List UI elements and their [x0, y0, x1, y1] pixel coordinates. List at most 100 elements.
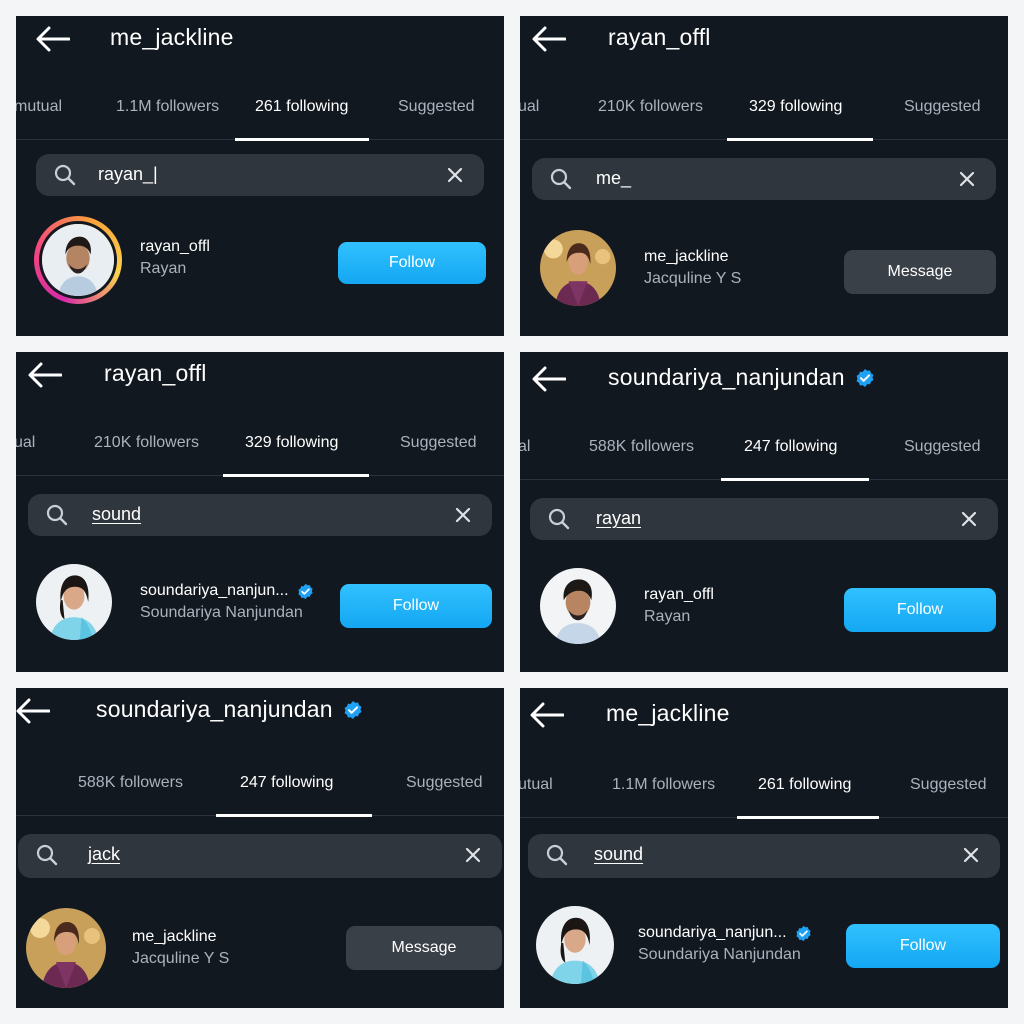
- profile-title: rayan_offl: [608, 24, 711, 51]
- result-username-text: me_jackline: [644, 248, 729, 265]
- result-username-text: soundariya_nanjun...: [140, 582, 289, 599]
- search-input[interactable]: me_: [596, 168, 631, 189]
- close-icon[interactable]: [958, 170, 976, 188]
- tab-following[interactable]: 261 following: [758, 776, 851, 794]
- back-button[interactable]: [36, 26, 70, 52]
- tab-mutual[interactable]: ual: [16, 434, 35, 452]
- profile-header: rayan_offl: [520, 16, 1008, 62]
- search-input[interactable]: rayan: [596, 508, 641, 529]
- search-result[interactable]: me_jackline Jacquline Y S Message: [16, 902, 504, 1002]
- back-button[interactable]: [532, 26, 566, 52]
- tab-followers[interactable]: 588K followers: [589, 438, 694, 456]
- tab-mutual[interactable]: ual: [520, 98, 539, 116]
- profile-header: me_jackline: [520, 688, 1008, 734]
- avatar[interactable]: [540, 568, 616, 644]
- search-bar[interactable]: sound: [528, 834, 1000, 878]
- result-username[interactable]: soundariya_nanjun...: [638, 924, 812, 942]
- search-panel-5: soundariya_nanjundan 588K followers 247 …: [16, 688, 504, 1008]
- result-fullname: Soundariya Nanjundan: [140, 604, 303, 621]
- close-icon[interactable]: [454, 506, 472, 524]
- back-button[interactable]: [532, 366, 566, 392]
- profile-header: rayan_offl: [16, 352, 504, 398]
- close-icon[interactable]: [962, 846, 980, 864]
- search-result[interactable]: soundariya_nanjun... Soundariya Nanjunda…: [520, 900, 1008, 1000]
- back-button[interactable]: [28, 362, 62, 388]
- search-input[interactable]: rayan_|: [98, 164, 158, 185]
- tab-mutual[interactable]: utual: [520, 776, 553, 794]
- follow-tabs: mutual 1.1M followers 261 following Sugg…: [16, 90, 504, 141]
- follow-tabs: 588K followers 247 following Suggested: [16, 766, 504, 817]
- message-button[interactable]: Message: [346, 926, 502, 970]
- search-bar[interactable]: jack: [18, 834, 502, 878]
- result-username[interactable]: me_jackline: [644, 248, 728, 266]
- search-icon: [46, 504, 68, 526]
- profile-title: me_jackline: [110, 24, 234, 51]
- message-button[interactable]: Message: [844, 250, 996, 294]
- result-username[interactable]: rayan_offl: [140, 238, 210, 256]
- follow-tabs: ual 210K followers 329 following Suggest…: [16, 426, 504, 477]
- search-panel-6: me_jackline utual 1.1M followers 261 fol…: [520, 688, 1008, 1008]
- tab-followers[interactable]: 588K followers: [78, 774, 183, 792]
- close-icon[interactable]: [960, 510, 978, 528]
- verified-badge-icon: [855, 368, 875, 388]
- avatar[interactable]: [36, 564, 112, 640]
- tab-mutual[interactable]: al: [520, 438, 530, 456]
- search-panel-4: soundariya_nanjundan al 588K followers 2…: [520, 352, 1008, 672]
- close-icon[interactable]: [464, 846, 482, 864]
- tab-suggested[interactable]: Suggested: [406, 774, 483, 792]
- back-button[interactable]: [530, 702, 564, 728]
- avatar[interactable]: [26, 908, 106, 988]
- follow-button[interactable]: Follow: [844, 588, 996, 632]
- search-bar[interactable]: rayan: [530, 498, 998, 540]
- search-bar[interactable]: me_: [532, 158, 996, 200]
- avatar[interactable]: [536, 906, 614, 984]
- tab-followers[interactable]: 210K followers: [598, 98, 703, 116]
- tab-following[interactable]: 329 following: [245, 434, 338, 452]
- follow-button[interactable]: Follow: [340, 584, 492, 628]
- search-bar[interactable]: sound: [28, 494, 492, 536]
- tab-followers[interactable]: 1.1M followers: [612, 776, 715, 794]
- result-username-text: soundariya_nanjun...: [638, 924, 787, 941]
- follow-button[interactable]: Follow: [846, 924, 1000, 968]
- tab-suggested[interactable]: Suggested: [398, 98, 475, 116]
- result-username[interactable]: rayan_offl: [644, 586, 714, 604]
- tab-suggested[interactable]: Suggested: [400, 434, 477, 452]
- search-result[interactable]: soundariya_nanjun... Soundariya Nanjunda…: [16, 556, 504, 656]
- avatar[interactable]: [540, 230, 616, 306]
- profile-header: soundariya_nanjundan: [16, 688, 504, 734]
- profile-title: soundariya_nanjundan: [96, 696, 363, 723]
- follow-button[interactable]: Follow: [338, 242, 486, 284]
- tab-following[interactable]: 261 following: [255, 98, 348, 116]
- tab-following[interactable]: 329 following: [749, 98, 842, 116]
- tab-followers[interactable]: 210K followers: [94, 434, 199, 452]
- search-result[interactable]: rayan_offl Rayan Follow: [520, 560, 1008, 660]
- result-username[interactable]: soundariya_nanjun...: [140, 582, 314, 600]
- avatar-story-ring[interactable]: [34, 216, 122, 304]
- tab-suggested[interactable]: Suggested: [910, 776, 987, 794]
- tab-suggested[interactable]: Suggested: [904, 98, 981, 116]
- tab-following[interactable]: 247 following: [240, 774, 333, 792]
- search-input[interactable]: jack: [88, 844, 120, 865]
- profile-username: soundariya_nanjundan: [96, 696, 333, 722]
- profile-title: soundariya_nanjundan: [608, 364, 875, 391]
- tab-mutual[interactable]: mutual: [16, 98, 62, 116]
- tab-following[interactable]: 247 following: [744, 438, 837, 456]
- result-username[interactable]: me_jackline: [132, 928, 216, 946]
- profile-username: me_jackline: [606, 700, 730, 726]
- close-icon[interactable]: [446, 166, 464, 184]
- tab-followers[interactable]: 1.1M followers: [116, 98, 219, 116]
- result-username-text: rayan_offl: [644, 586, 714, 603]
- search-input[interactable]: sound: [92, 504, 141, 525]
- result-fullname: Jacquline Y S: [132, 950, 230, 967]
- result-fullname: Rayan: [140, 260, 187, 277]
- follow-tabs: ual 210K followers 329 following Suggest…: [520, 90, 1008, 141]
- search-bar[interactable]: rayan_|: [36, 154, 484, 196]
- search-input[interactable]: sound: [594, 844, 643, 865]
- arrow-left-icon: [28, 362, 62, 388]
- search-result[interactable]: rayan_offl Rayan Follow: [16, 212, 504, 312]
- tab-suggested[interactable]: Suggested: [904, 438, 981, 456]
- search-icon: [550, 168, 572, 190]
- back-button[interactable]: [16, 698, 50, 724]
- arrow-left-icon: [36, 26, 70, 52]
- search-result[interactable]: me_jackline Jacquline Y S Message: [520, 222, 1008, 322]
